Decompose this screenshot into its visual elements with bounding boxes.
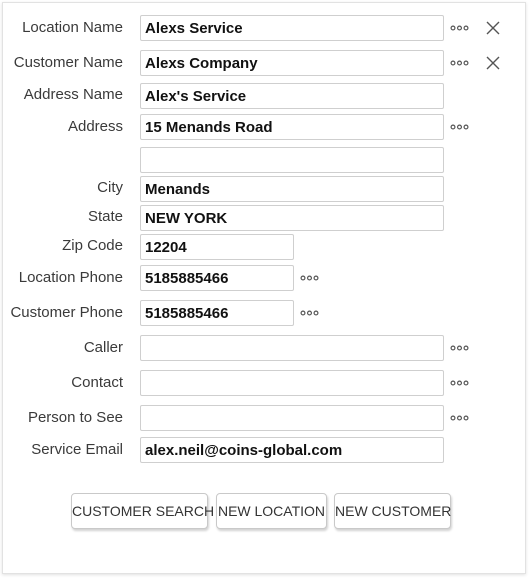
- customer-name-input[interactable]: [140, 50, 444, 76]
- address-label: Address: [67, 118, 123, 135]
- state-input[interactable]: [140, 205, 444, 231]
- person-to-see-label: Person to See: [27, 409, 123, 426]
- new-location-button[interactable]: NEW LOCATION: [216, 493, 327, 529]
- address-more-options-icon[interactable]: [450, 120, 470, 134]
- location-name-close-icon[interactable]: [486, 21, 500, 35]
- location-name-input[interactable]: [140, 15, 444, 41]
- person-to-see-more-options-icon[interactable]: [450, 411, 470, 425]
- state-label: State: [87, 208, 123, 225]
- person-to-see-input[interactable]: [140, 405, 444, 431]
- zip-code-label: Zip Code: [62, 237, 123, 254]
- customer-phone-more-options-icon[interactable]: [300, 306, 320, 320]
- caller-input[interactable]: [140, 335, 444, 361]
- service-email-input[interactable]: [140, 437, 444, 463]
- customer-name-more-options-icon[interactable]: [450, 56, 470, 70]
- customer-search-button[interactable]: CUSTOMER SEARCH: [71, 493, 214, 529]
- customer-name-close-icon[interactable]: [486, 56, 500, 70]
- location-name-more-options-icon[interactable]: [450, 21, 470, 35]
- contact-more-options-icon[interactable]: [450, 376, 470, 390]
- city-input[interactable]: [140, 176, 444, 202]
- caller-label: Caller: [83, 339, 123, 356]
- address-line2-input[interactable]: [140, 147, 444, 173]
- city-label: City: [97, 179, 123, 196]
- customer-phone-input[interactable]: [140, 300, 294, 326]
- location-phone-label: Location Phone: [18, 269, 123, 286]
- location-phone-input[interactable]: [140, 265, 294, 291]
- customer-phone-label: Customer Phone: [10, 304, 123, 321]
- address-name-input[interactable]: [140, 83, 444, 109]
- service-email-label: Service Email: [31, 441, 123, 458]
- location-phone-more-options-icon[interactable]: [300, 271, 320, 285]
- address-input[interactable]: [140, 114, 444, 140]
- new-customer-button[interactable]: NEW CUSTOMER: [334, 493, 451, 529]
- address-name-label: Address Name: [23, 86, 123, 103]
- contact-input[interactable]: [140, 370, 444, 396]
- contact-label: Contact: [71, 374, 123, 391]
- zip-code-input[interactable]: [140, 234, 294, 260]
- caller-more-options-icon[interactable]: [450, 341, 470, 355]
- location-name-label: Location Name: [22, 19, 123, 36]
- customer-name-label: Customer Name: [13, 54, 123, 71]
